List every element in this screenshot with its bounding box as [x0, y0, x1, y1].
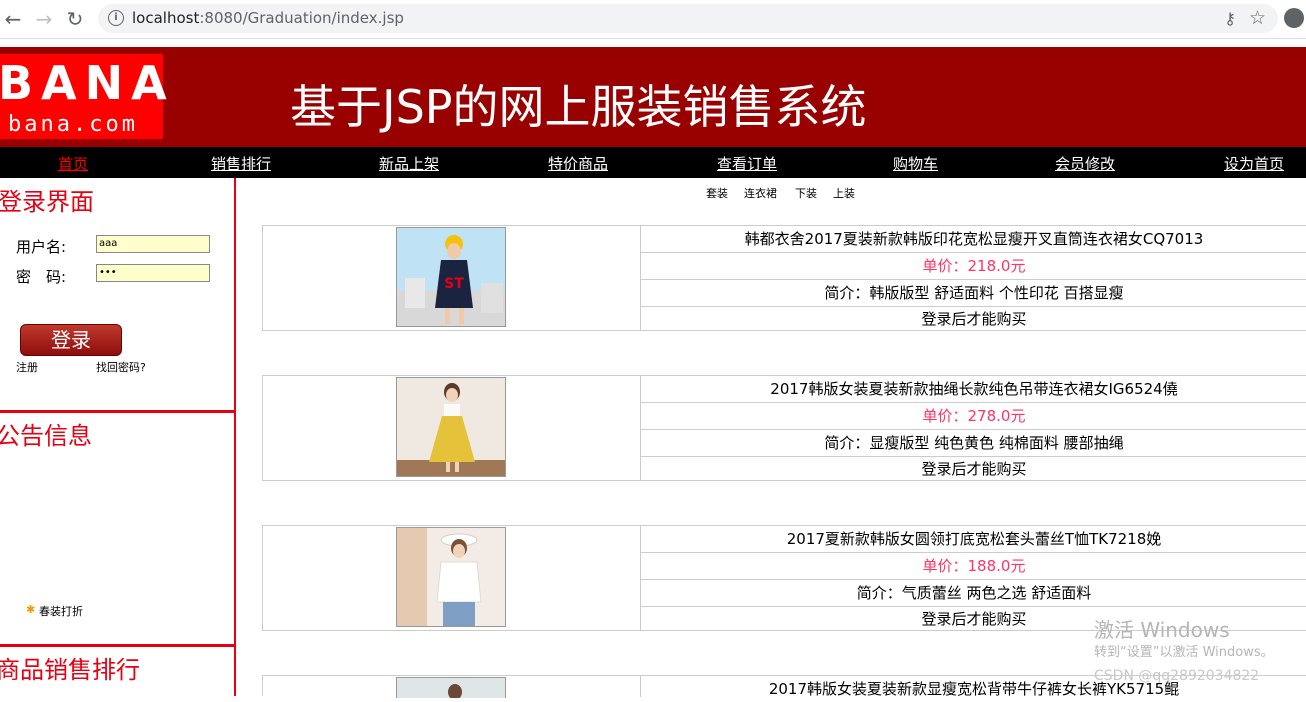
nav-special-offers[interactable]: 特价商品 [548, 153, 608, 174]
product-image[interactable] [396, 377, 506, 477]
nav-new-arrivals[interactable]: 新品上架 [379, 153, 439, 174]
product-image-cell [263, 676, 641, 698]
nav-sales-ranking[interactable]: 销售排行 [211, 153, 271, 174]
login-title: 登录界面 [0, 188, 94, 216]
product-card: ST 韩都衣舍2017夏装新款韩版印花宽松显瘦开叉直筒连衣裙女CQ7013 单价… [262, 225, 1306, 331]
product-price: 单价：218.0元 [641, 253, 1306, 280]
product-card: 2017韩版女装夏装新款抽绳长款纯色吊带连衣裙女IG6524僥 单价：278.0… [262, 375, 1306, 481]
url-path: :8080/Graduation/index.jsp [199, 9, 404, 27]
category-tops[interactable]: 上装 [833, 185, 855, 201]
product-image[interactable]: ST [396, 227, 506, 327]
key-icon[interactable]: ⚷ [1224, 9, 1236, 28]
product-description: 简介：韩版版型 舒适面料 个性印花 百搭显瘦 [641, 280, 1306, 307]
ranking-title: 商品销售排行 [0, 656, 140, 684]
csdn-watermark: CSDN @qq2892034822 [1094, 668, 1260, 684]
product-description: 简介：显瘦版型 纯色黄色 纯棉面料 腰部抽绳 [641, 430, 1306, 457]
activate-windows-title: 激活 Windows [1094, 618, 1230, 642]
product-name[interactable]: 韩都衣舍2017夏装新款韩版印花宽松显瘦开叉直筒连衣裙女CQ7013 [641, 226, 1306, 253]
logo-text: BANA [0, 56, 175, 110]
profile-icon[interactable] [1284, 8, 1304, 28]
nav-view-orders[interactable]: 查看订单 [717, 153, 777, 174]
svg-text:ST: ST [444, 276, 464, 292]
register-link[interactable]: 注册 [16, 359, 38, 375]
notice-title: 公告信息 [0, 422, 92, 450]
url-host: localhost [132, 9, 200, 27]
logo: BANA bana.com [0, 54, 167, 139]
info-icon[interactable]: i [108, 10, 124, 26]
sidebar-separator [0, 410, 236, 413]
nav-cart[interactable]: 购物车 [893, 153, 938, 174]
url-text: localhost:8080/Graduation/index.jsp [132, 9, 404, 27]
product-image-cell [263, 376, 641, 480]
header-banner: BANA bana.com 基于JSP的网上服装销售系统 [0, 47, 1306, 147]
password-label: 密 码: [16, 268, 67, 286]
notice-item[interactable]: 春装打折 [39, 603, 83, 619]
login-to-buy-text: 登录后才能购买 [921, 310, 1027, 328]
bookmark-star-icon[interactable]: ☆ [1249, 7, 1266, 29]
site-title: 基于JSP的网上服装销售系统 [290, 80, 867, 134]
browser-toolbar: ← → ↻ i localhost:8080/Graduation/index.… [0, 0, 1306, 39]
address-bar[interactable]: i localhost:8080/Graduation/index.jsp ⚷ … [98, 4, 1278, 33]
category-bottoms[interactable]: 下装 [795, 185, 817, 201]
logo-domain: bana.com [8, 112, 138, 137]
product-image[interactable] [396, 677, 506, 698]
login-button[interactable]: 登录 [20, 324, 122, 356]
bullet-icon: ✱ [26, 603, 36, 616]
reload-icon[interactable]: ↻ [62, 6, 88, 32]
activate-windows-hint: 转到“设置”以激活 Windows。 [1094, 645, 1274, 660]
product-description: 简介：气质蕾丝 两色之选 舒适面料 [641, 580, 1306, 607]
nav-member-edit[interactable]: 会员修改 [1055, 153, 1115, 174]
sidebar-divider [234, 178, 236, 696]
product-image[interactable] [396, 527, 506, 627]
product-image-cell [263, 526, 641, 630]
product-image-cell: ST [263, 226, 641, 330]
password-input[interactable]: ••• [96, 264, 210, 282]
product-name[interactable]: 2017夏新款韩版女圆领打底宽松套头蕾丝T恤TK7218娩 [641, 526, 1306, 553]
username-label: 用户名: [16, 238, 67, 256]
nav-set-homepage[interactable]: 设为首页 [1224, 153, 1284, 174]
forward-arrow-icon[interactable]: → [31, 6, 57, 32]
product-price: 单价：278.0元 [641, 403, 1306, 430]
forgot-password-link[interactable]: 找回密码? [96, 359, 146, 375]
product-name[interactable]: 2017韩版女装夏装新款抽绳长款纯色吊带连衣裙女IG6524僥 [641, 376, 1306, 403]
category-dresses[interactable]: 连衣裙 [744, 185, 777, 201]
sidebar-separator [0, 644, 236, 647]
login-to-buy-text: 登录后才能购买 [921, 460, 1027, 478]
back-arrow-icon[interactable]: ← [0, 6, 26, 32]
username-input[interactable]: aaa [96, 235, 210, 253]
product-price: 单价：188.0元 [641, 553, 1306, 580]
nav-home[interactable]: 首页 [58, 153, 88, 174]
category-suits[interactable]: 套装 [706, 185, 728, 201]
main-nav: 首页 销售排行 新品上架 特价商品 查看订单 购物车 会员修改 设为首页 [0, 147, 1306, 178]
